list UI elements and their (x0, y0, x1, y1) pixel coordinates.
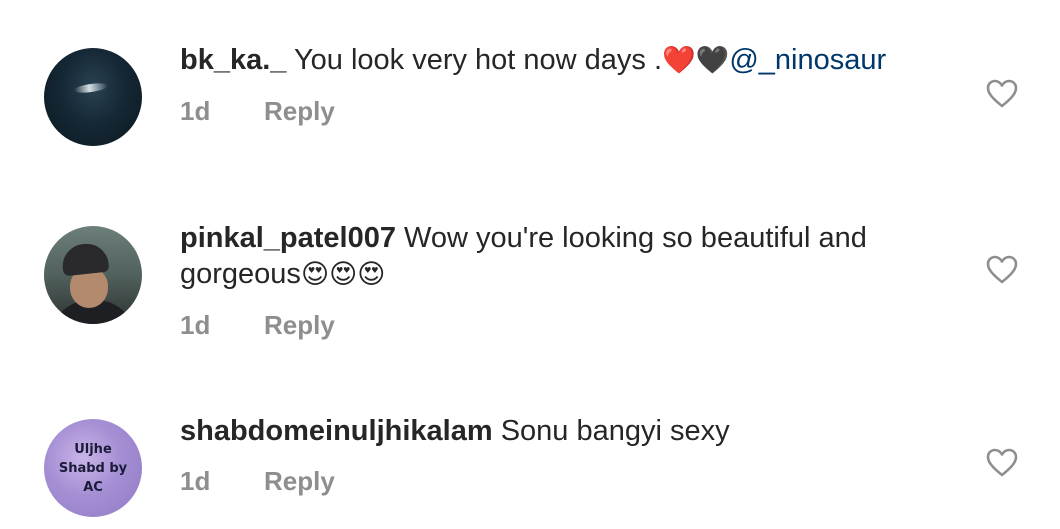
ocean-wave-graphic (73, 81, 109, 95)
comment-meta: 1d Reply (180, 466, 335, 497)
comment-username[interactable]: pinkal_patel007 (180, 222, 396, 254)
comment-time: 1d (180, 466, 211, 496)
comment-meta: 1d Reply (180, 96, 335, 127)
comment-text: bk_ka._ You look very hot now days .❤️🖤@… (180, 42, 940, 78)
avatar[interactable] (44, 48, 142, 146)
comment-body: Sonu bangyi sexy (492, 415, 730, 447)
comment-emoji: ❤️🖤 (662, 45, 730, 75)
reply-button[interactable]: Reply (264, 310, 335, 341)
comment-body: You look very hot now days . (286, 44, 663, 76)
comment-meta: 1d Reply (180, 310, 335, 341)
heart-outline-icon[interactable] (986, 448, 1018, 478)
comment-text: pinkal_patel007 Wow you're looking so be… (180, 220, 940, 292)
comment-time: 1d (180, 310, 211, 340)
heart-outline-icon[interactable] (986, 255, 1018, 285)
comment-time: 1d (180, 96, 211, 126)
comment-emoji: 😍😍😍 (300, 259, 386, 289)
comment-username[interactable]: shabdomeinuljhikalam (180, 415, 493, 447)
avatar-label: Uljhe Shabd by AC (58, 441, 128, 495)
reply-button[interactable]: Reply (264, 96, 335, 127)
comment-text: shabdomeinuljhikalam Sonu bangyi sexy (180, 413, 940, 449)
avatar[interactable] (44, 226, 142, 324)
avatar[interactable]: Uljhe Shabd by AC (44, 419, 142, 517)
comment-username[interactable]: bk_ka._ (180, 44, 286, 76)
heart-outline-icon[interactable] (986, 79, 1018, 109)
avatar-cap-graphic (60, 241, 110, 277)
comment-mention[interactable]: @_ninosaur (729, 44, 886, 76)
reply-button[interactable]: Reply (264, 466, 335, 497)
